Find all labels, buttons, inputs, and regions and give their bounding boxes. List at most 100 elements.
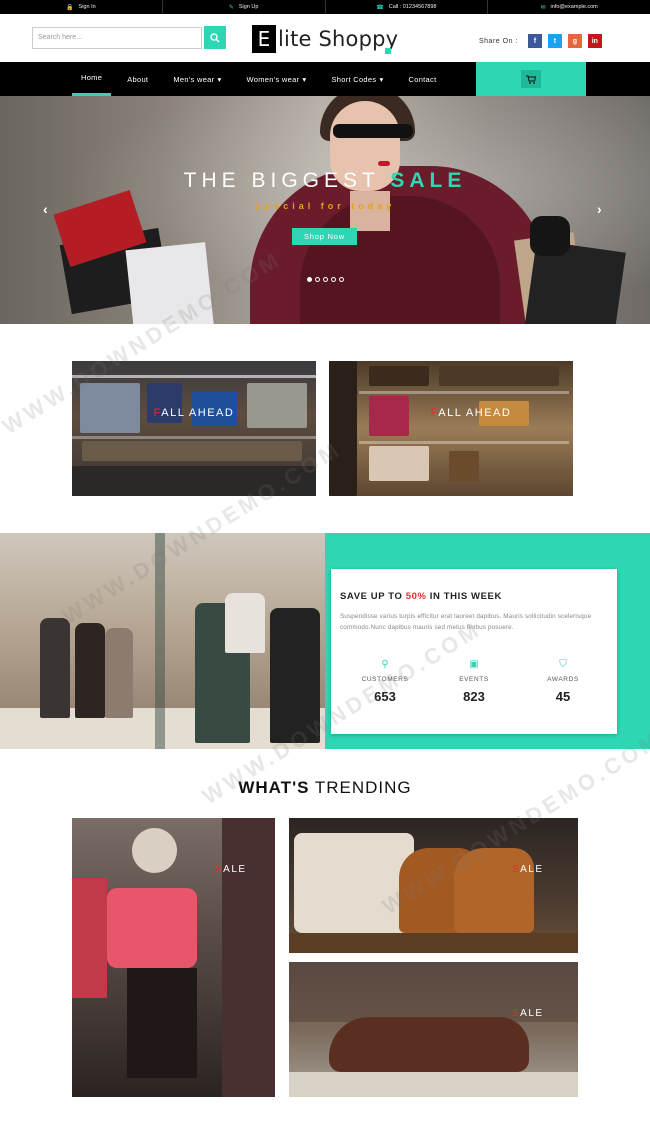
site-header: Search here... E lite Shoppy Share On : … bbox=[0, 14, 650, 62]
promo-card[interactable]: FALL AHEAD bbox=[329, 361, 573, 496]
nav-item-label: Contact bbox=[408, 74, 437, 84]
promo-label: FALL AHEAD bbox=[72, 407, 316, 419]
cart-button[interactable] bbox=[521, 70, 541, 88]
nav-item-mens-wear[interactable]: Men's wear ▾ bbox=[164, 62, 230, 96]
carousel-dot[interactable] bbox=[339, 277, 344, 282]
stat-value: 45 bbox=[555, 689, 571, 704]
chevron-down-icon: ▾ bbox=[302, 74, 307, 84]
sale-label: SALE bbox=[512, 1008, 544, 1019]
nav-item-label: Women's wear bbox=[246, 74, 300, 84]
save-head-post: IN THIS WEEK bbox=[426, 591, 502, 602]
trending-title: WHAT'S TRENDING bbox=[0, 778, 650, 798]
shopping-bag-icon bbox=[385, 48, 391, 54]
phone-icon: ☎ bbox=[376, 4, 384, 11]
search-input[interactable]: Search here... bbox=[32, 27, 202, 49]
save-card: SAVE UP TO 50% IN THIS WEEK Suspendisse … bbox=[331, 569, 617, 734]
logo-initial: E bbox=[252, 25, 276, 53]
facebook-icon[interactable]: f bbox=[527, 34, 542, 48]
user-icon: ⚲ bbox=[381, 659, 389, 670]
email-label: info@example.com bbox=[550, 4, 598, 10]
sale-label-rest: ALE bbox=[520, 864, 544, 875]
stats-row: ⚲ CUSTOMERS 653 ▣ EVENTS 823 ⛉ AWARDS 45 bbox=[341, 659, 607, 704]
sale-label-first: S bbox=[512, 864, 521, 875]
sale-label: SALE bbox=[215, 864, 247, 875]
chevron-down-icon: ▾ bbox=[217, 74, 222, 84]
linkedin-icon[interactable]: in bbox=[587, 34, 602, 48]
carousel-dot[interactable] bbox=[315, 277, 320, 282]
shop-now-button[interactable]: Shop Now bbox=[292, 228, 357, 245]
stat-events: ▣ EVENTS 823 bbox=[430, 659, 518, 704]
promo-label: FALL AHEAD bbox=[369, 407, 573, 419]
carousel-dot[interactable] bbox=[331, 277, 336, 282]
lock-icon: 🔒 bbox=[66, 4, 74, 11]
save-head-pre: SAVE UP TO bbox=[340, 591, 406, 602]
trending-title-bold: WHAT'S bbox=[238, 778, 310, 797]
search-icon bbox=[210, 32, 220, 42]
main-nav: Home About Men's wear ▾ Women's wear ▾ Sho… bbox=[0, 62, 650, 96]
hero-banner: THE BIGGEST SALE Special for today Shop … bbox=[0, 96, 650, 324]
share-bar: Share On : f t g in bbox=[479, 34, 602, 48]
nav-item-womens-wear[interactable]: Women's wear ▾ bbox=[238, 62, 316, 96]
chevron-left-icon[interactable]: ‹ bbox=[43, 201, 48, 217]
trending-title-rest: TRENDING bbox=[309, 778, 412, 797]
hero-title-main: THE BIGGEST bbox=[183, 169, 391, 192]
nav-item-label: About bbox=[127, 74, 149, 84]
pencil-icon: ✎ bbox=[228, 4, 234, 11]
call-info: ☎ Call : 01234567898 bbox=[324, 0, 488, 14]
nav-item-short-codes[interactable]: Short Codes ▾ bbox=[322, 62, 392, 96]
stat-value: 823 bbox=[463, 689, 485, 704]
site-logo[interactable]: E lite Shoppy bbox=[252, 24, 398, 54]
sale-label: SALE bbox=[512, 864, 544, 875]
stat-customers: ⚲ CUSTOMERS 653 bbox=[341, 659, 429, 704]
hero-subtitle: Special for today bbox=[254, 201, 396, 211]
stat-label: EVENTS bbox=[459, 676, 489, 683]
trending-item[interactable]: SALE bbox=[289, 962, 578, 1097]
stat-label: AWARDS bbox=[547, 676, 579, 683]
signin-label: Sign In bbox=[78, 4, 96, 10]
calendar-icon: ▣ bbox=[469, 659, 479, 670]
twitter-icon[interactable]: t bbox=[547, 34, 562, 48]
sale-label-rest: ALE bbox=[223, 864, 247, 875]
store-image bbox=[0, 533, 325, 749]
carousel-dot[interactable] bbox=[323, 277, 328, 282]
stat-awards: ⛉ AWARDS 45 bbox=[519, 659, 607, 704]
cart-icon bbox=[526, 75, 536, 84]
nav-item-about[interactable]: About bbox=[118, 62, 157, 96]
carousel-dots bbox=[307, 277, 344, 282]
shield-icon: ⛉ bbox=[559, 659, 567, 670]
top-bar: 🔒 Sign In ✎ Sign Up ☎ Call : 01234567898 ✉ i… bbox=[0, 0, 650, 14]
chevron-right-icon[interactable]: › bbox=[597, 201, 602, 217]
share-label: Share On : bbox=[479, 37, 518, 45]
promo-card[interactable]: FALL AHEAD bbox=[72, 361, 316, 496]
promo-label-rest: ALL AHEAD bbox=[438, 407, 512, 419]
signin-link[interactable]: 🔒 Sign In bbox=[0, 0, 162, 14]
save-heading: SAVE UP TO 50% IN THIS WEEK bbox=[340, 591, 608, 602]
cart-area bbox=[476, 62, 586, 96]
google-plus-icon[interactable]: g bbox=[567, 34, 582, 48]
signup-link[interactable]: ✎ Sign Up bbox=[161, 0, 325, 14]
sale-label-rest: ALE bbox=[520, 1008, 544, 1019]
carousel-dot[interactable] bbox=[307, 277, 312, 282]
call-label: Call : 01234567898 bbox=[388, 4, 437, 10]
email-link[interactable]: ✉ info@example.com bbox=[487, 0, 650, 14]
save-section: SAVE UP TO 50% IN THIS WEEK Suspendisse … bbox=[0, 533, 650, 749]
save-head-pct: 50% bbox=[405, 591, 427, 602]
signup-label: Sign Up bbox=[238, 4, 259, 10]
hero-title: THE BIGGEST SALE bbox=[0, 169, 650, 193]
search-button[interactable] bbox=[204, 26, 226, 49]
sale-label-first: S bbox=[215, 864, 224, 875]
hero-title-accent: SALE bbox=[390, 169, 467, 192]
trending-item[interactable]: SALE bbox=[72, 818, 275, 1097]
logo-text: lite Shoppy bbox=[278, 27, 399, 51]
nav-item-label: Short Codes bbox=[331, 74, 377, 84]
stat-label: CUSTOMERS bbox=[361, 676, 409, 683]
promo-label-rest: ALL AHEAD bbox=[161, 407, 235, 419]
stat-value: 653 bbox=[374, 689, 396, 704]
chevron-down-icon: ▾ bbox=[379, 74, 384, 84]
save-description: Suspendisse varius turpis efficitur erat… bbox=[340, 613, 592, 631]
nav-item-label: Home bbox=[81, 73, 103, 82]
trending-item[interactable]: SALE bbox=[289, 818, 578, 953]
nav-item-contact[interactable]: Contact bbox=[400, 62, 446, 96]
nav-item-home[interactable]: Home bbox=[72, 62, 112, 96]
nav-item-label: Men's wear bbox=[173, 74, 215, 84]
